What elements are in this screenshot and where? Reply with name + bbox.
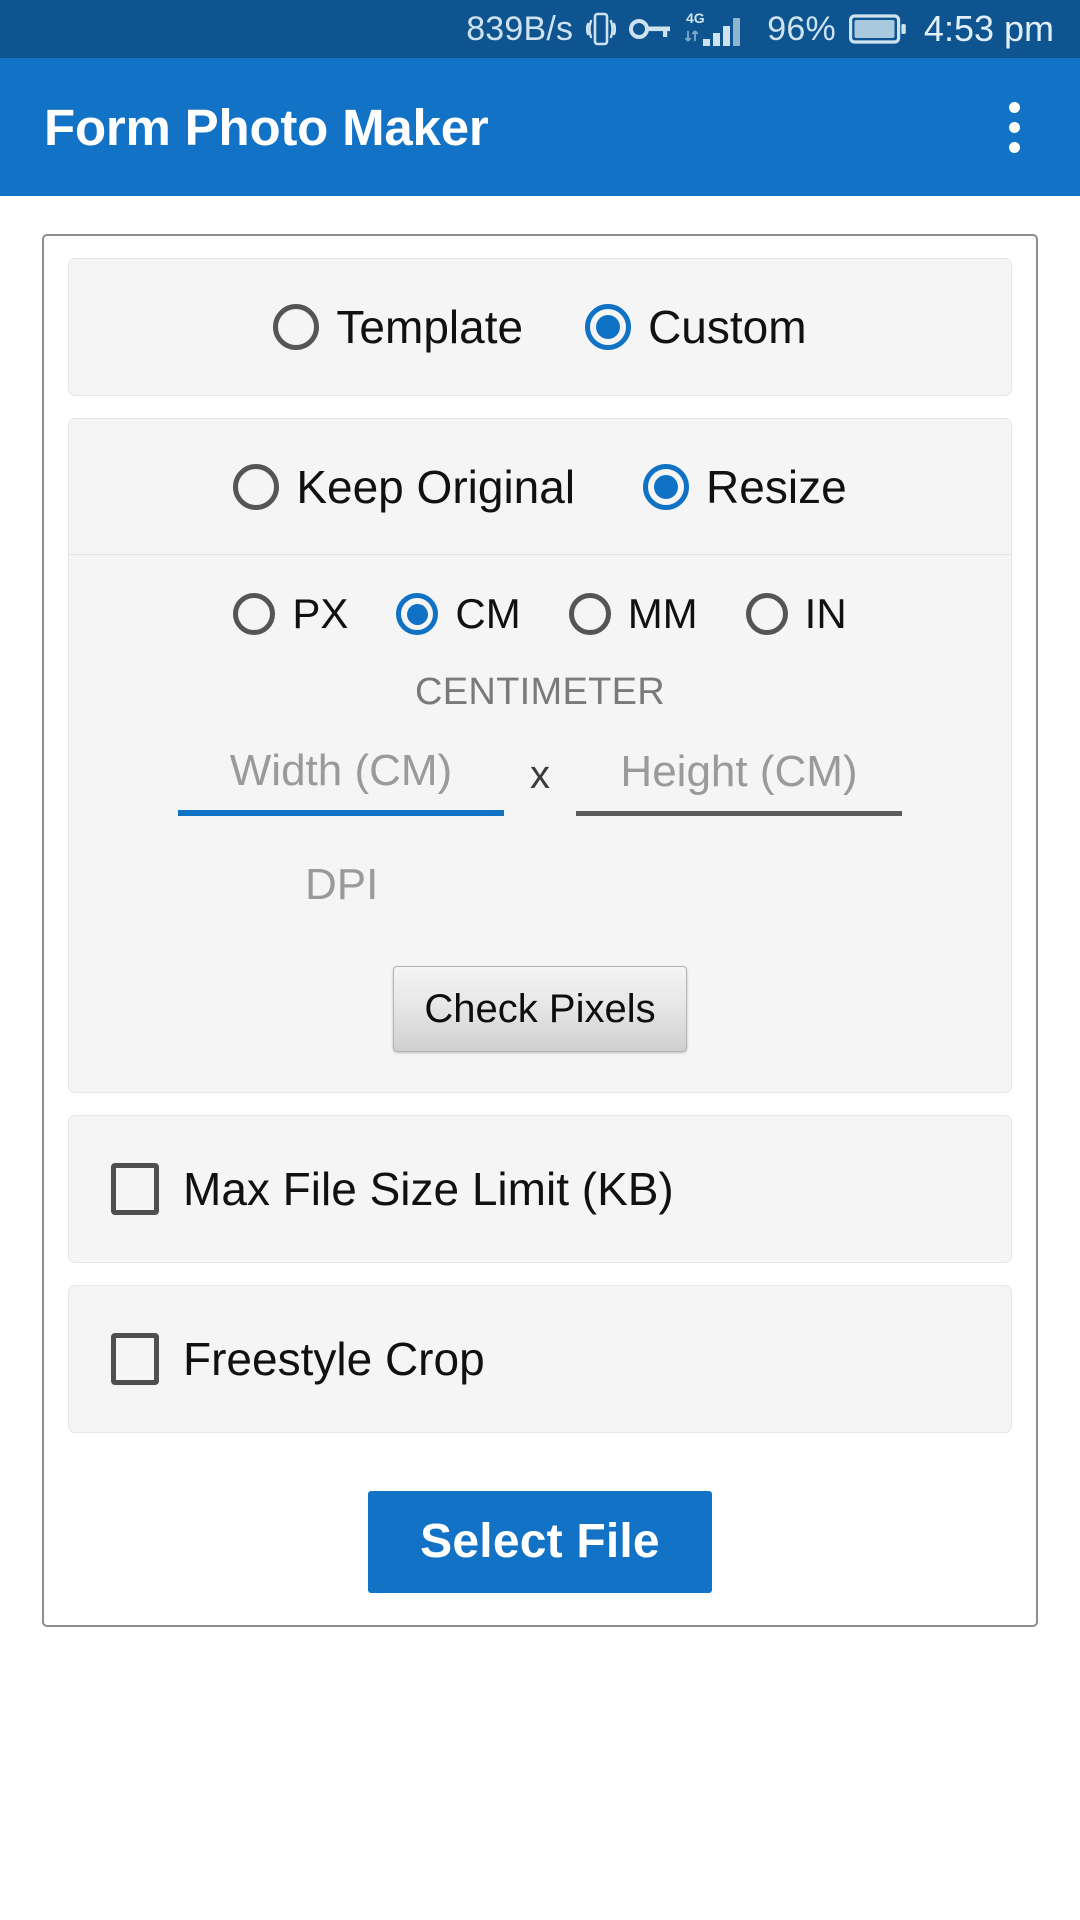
radio-label-template: Template — [336, 301, 524, 353]
radio-label-mm: MM — [627, 590, 698, 637]
width-input-placeholder: Width (CM) — [229, 746, 453, 795]
radio-label-cm: CM — [455, 590, 521, 637]
dpi-input[interactable]: DPI — [305, 860, 775, 910]
freestyle-crop-card[interactable]: Freestyle Crop — [68, 1285, 1012, 1433]
battery-icon — [848, 13, 907, 45]
radio-circle-icon — [568, 593, 611, 635]
width-input[interactable]: Width (CM) — [178, 746, 504, 816]
dpi-input-placeholder: DPI — [305, 860, 379, 909]
overflow-dot — [1008, 141, 1020, 153]
select-file-button[interactable]: Select File — [368, 1491, 712, 1593]
width-input-underline — [178, 810, 504, 816]
radio-circle-selected-icon — [585, 304, 632, 350]
status-bar: 839B/s 4G 96% 4:53 pm — [0, 0, 1080, 58]
radio-circle-icon — [233, 463, 280, 510]
radio-label-resize: Resize — [706, 460, 847, 513]
radio-label-custom: Custom — [648, 301, 807, 353]
radio-option-mm[interactable]: MM — [568, 590, 698, 637]
radio-label-in: IN — [804, 590, 847, 637]
max-file-size-card[interactable]: Max File Size Limit (KB) — [68, 1115, 1012, 1263]
resize-card: Keep Original Resize PX CM MM IN CENTIME… — [68, 418, 1012, 1093]
unit-selector-row: PX CM MM IN — [69, 555, 1011, 667]
check-pixels-row: Check Pixels — [69, 910, 1011, 1092]
dimension-row: Width (CM) x Height (CM) — [69, 716, 1011, 816]
radio-circle-selected-icon — [396, 593, 439, 635]
checkbox-freestyle-crop-icon[interactable] — [111, 1333, 159, 1385]
page-title: Form Photo Maker — [44, 98, 489, 156]
height-input[interactable]: Height (CM) — [576, 747, 902, 816]
radio-circle-icon — [745, 593, 788, 635]
clock-text: 4:53 pm — [923, 8, 1054, 49]
resize-mode-row: Keep Original Resize — [69, 419, 1011, 555]
checkbox-max-file-size-icon[interactable] — [111, 1163, 159, 1215]
vibrate-icon — [586, 11, 617, 47]
radio-option-keep-original[interactable]: Keep Original — [233, 460, 576, 513]
radio-option-in[interactable]: IN — [745, 590, 847, 637]
main-content: Template Custom Keep Original Resize PX … — [0, 196, 1080, 1627]
check-pixels-button[interactable]: Check Pixels — [393, 966, 687, 1052]
mobile-data-icon: 4G — [684, 9, 754, 49]
radio-label-keep-original: Keep Original — [296, 460, 576, 513]
form-container: Template Custom Keep Original Resize PX … — [42, 234, 1038, 1627]
radio-option-resize[interactable]: Resize — [643, 460, 847, 513]
overflow-dot — [1008, 101, 1020, 113]
app-bar: Form Photo Maker — [0, 58, 1080, 196]
radio-label-px: PX — [292, 590, 349, 637]
checkbox-label-freestyle-crop: Freestyle Crop — [183, 1333, 485, 1385]
overflow-menu-icon[interactable] — [982, 88, 1046, 166]
dpi-row: DPI — [69, 816, 1011, 910]
height-input-underline — [576, 811, 902, 816]
key-icon — [629, 16, 671, 42]
photo-type-card: Template Custom — [68, 258, 1012, 396]
radio-circle-icon — [273, 304, 320, 350]
radio-option-px[interactable]: PX — [233, 593, 348, 635]
dimension-separator: x — [530, 753, 550, 797]
radio-option-cm[interactable]: CM — [396, 590, 521, 637]
select-file-row: Select File — [68, 1455, 1012, 1599]
radio-circle-icon — [233, 593, 276, 635]
svg-text:4G: 4G — [686, 10, 705, 26]
height-input-placeholder: Height (CM) — [620, 747, 858, 796]
battery-percent-text: 96% — [767, 9, 836, 48]
radio-circle-selected-icon — [643, 463, 690, 510]
overflow-dot — [1008, 121, 1020, 133]
checkbox-label-max-file-size: Max File Size Limit (KB) — [183, 1163, 674, 1215]
unit-name-label: CENTIMETER — [415, 671, 665, 713]
network-speed-text: 839B/s — [466, 9, 574, 48]
radio-option-custom[interactable]: Custom — [585, 301, 807, 353]
radio-option-template[interactable]: Template — [273, 304, 523, 350]
